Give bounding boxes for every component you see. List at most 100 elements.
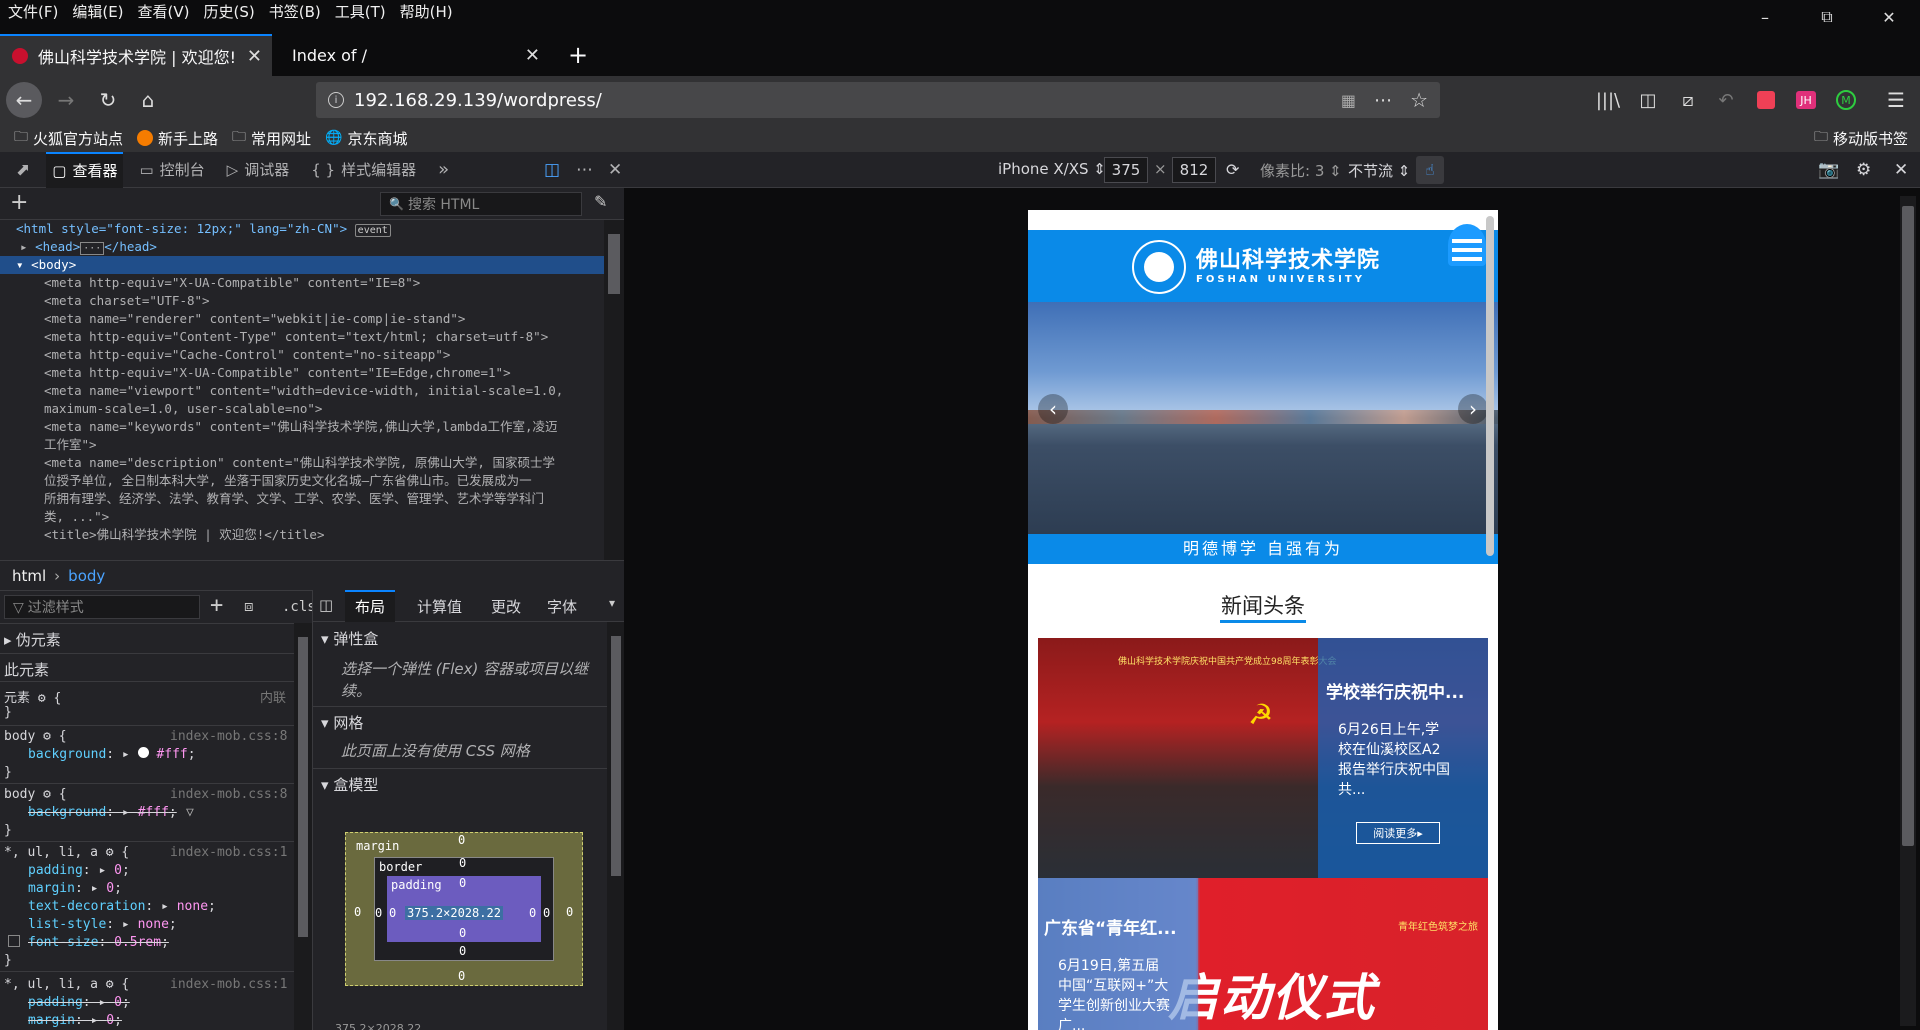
rule-property[interactable]: padding: ▸ 0; — [28, 863, 130, 878]
forward-icon[interactable]: → — [48, 82, 84, 118]
close-tab-icon[interactable]: ✕ — [247, 46, 262, 67]
carousel-prev-icon[interactable]: ‹ — [1038, 394, 1068, 424]
menu-bookmarks[interactable]: 书签(B) — [261, 0, 327, 24]
sidebar-icon[interactable]: ◫ — [1630, 82, 1666, 118]
responsive-mode-icon[interactable]: ◫ — [538, 152, 566, 188]
tree-line[interactable]: <meta name="description" content="佛山科学技术… — [0, 454, 604, 472]
sidebar-toggle-icon[interactable]: ◫ — [319, 596, 333, 614]
devtools-menu-icon[interactable]: ⋯ — [570, 152, 599, 188]
jh-extension-icon[interactable]: JH — [1788, 82, 1824, 118]
banner-carousel[interactable]: ‹ › — [1028, 302, 1498, 534]
rule-selector[interactable]: body ⚙ { — [4, 787, 67, 802]
box-padding-right[interactable]: 0 — [529, 906, 536, 920]
tree-line-selected[interactable]: ▾ <body> — [0, 256, 604, 274]
touch-simulation-icon[interactable]: ☝ — [1416, 156, 1444, 184]
box-margin-bottom[interactable]: 0 — [458, 969, 465, 983]
menu-help[interactable]: 帮助(H) — [392, 0, 459, 24]
tab-index[interactable]: Index of / ✕ — [278, 34, 550, 76]
rule-selector[interactable]: *, ul, li, a ⚙ { — [4, 977, 129, 992]
page-actions-icon[interactable]: ⋯ — [1374, 90, 1392, 111]
tab-changes[interactable]: 更改 — [491, 596, 521, 617]
tab-style-editor[interactable]: { } 样式编辑器 — [305, 152, 422, 188]
element-rule[interactable]: 元素 ⚙ { — [4, 687, 61, 706]
property-checkbox[interactable] — [8, 935, 20, 947]
menu-tools[interactable]: 工具(T) — [327, 0, 392, 24]
tab-fonts[interactable]: 字体 — [547, 596, 577, 617]
maximize-icon[interactable]: ⧉ — [1796, 0, 1858, 34]
tree-line[interactable]: 类, ..."> — [0, 508, 604, 526]
box-margin-left[interactable]: 0 — [354, 905, 361, 919]
rule-property-overridden[interactable]: background: ▸ #fff; — [28, 805, 177, 820]
rule-property-overridden[interactable]: margin: ▸ 0; — [28, 1013, 122, 1028]
bookmark-item[interactable]: 新手上路 — [137, 128, 218, 149]
rule-property-overridden[interactable]: padding: ▸ 0; — [28, 995, 130, 1010]
pick-element-icon[interactable]: ⬈ — [10, 152, 36, 188]
more-tabs-icon[interactable]: » — [432, 152, 455, 188]
read-more-button[interactable]: 阅读更多 ▸ — [1356, 822, 1440, 844]
tab-computed[interactable]: 计算值 — [417, 596, 462, 617]
reload-icon[interactable]: ↻ — [90, 82, 126, 118]
tree-line[interactable]: <meta charset="UTF-8"> — [0, 292, 604, 310]
filter-icon[interactable]: ▽ — [186, 805, 194, 820]
tree-line[interactable]: <html style="font-size: 12px;" lang="zh-… — [0, 220, 604, 238]
rule-property[interactable]: text-decoration: ▸ none; — [28, 899, 216, 914]
html-search-input[interactable]: 🔍 搜索 HTML — [380, 192, 582, 216]
menu-view[interactable]: 查看(V) — [130, 0, 196, 24]
tree-line[interactable]: maximum-scale=1.0, user-scalable=no"> — [0, 400, 604, 418]
box-border-top[interactable]: 0 — [459, 856, 466, 870]
rule-property[interactable]: background: ▸ #fff; — [28, 747, 196, 762]
box-model-header[interactable]: ▾ 盒模型 — [321, 774, 378, 795]
rule-source-link[interactable]: index-mob.css:8 — [170, 729, 287, 744]
minimize-icon[interactable]: – — [1734, 0, 1796, 34]
mobile-bookmarks[interactable]: 🗀 移动版书签 — [1814, 126, 1908, 150]
rule-selector[interactable]: body ⚙ { — [4, 729, 67, 744]
bookmark-item[interactable]: 🗀 火狐官方站点 — [14, 126, 123, 150]
carousel-next-icon[interactable]: › — [1458, 394, 1488, 424]
menu-file[interactable]: 文件(F) — [0, 0, 64, 24]
tree-line[interactable]: <meta name="viewport" content="width=dev… — [0, 382, 604, 400]
tree-line[interactable]: <meta http-equiv="X-UA-Compatible" conte… — [0, 364, 604, 382]
rules-filter-input[interactable]: ▽ 过滤样式 — [4, 595, 200, 619]
breadcrumb-html[interactable]: html — [12, 567, 46, 585]
box-margin-top[interactable]: 0 — [458, 833, 465, 847]
rule-property[interactable]: list-style: ▸ none; — [28, 917, 177, 932]
tab-layout[interactable]: 布局 — [345, 590, 396, 622]
markup-scrollbar[interactable] — [604, 220, 624, 560]
add-rule-icon[interactable]: + — [210, 593, 223, 618]
rule-selector[interactable]: *, ul, li, a ⚙ { — [4, 845, 129, 860]
hamburger-menu-icon[interactable] — [1448, 224, 1486, 266]
rule-property[interactable]: margin: ▸ 0; — [28, 881, 122, 896]
rule-source-link[interactable]: index-mob.css:8 — [170, 787, 287, 802]
box-padding-top[interactable]: 0 — [459, 876, 466, 890]
qr-code-icon[interactable]: ▦ — [1341, 91, 1356, 110]
settings-gear-icon[interactable]: ⚙ — [1856, 160, 1871, 180]
tree-line[interactable]: <meta http-equiv="Cache-Control" content… — [0, 346, 604, 364]
add-node-icon[interactable]: + — [10, 190, 28, 215]
screenshot-icon[interactable]: ⧄ — [1670, 82, 1706, 118]
pseudo-elements-toggle[interactable]: ▸ 伪元素 — [4, 629, 61, 650]
tab-foshan[interactable]: 佛山科学技术学院 | 欢迎您! ✕ — [0, 34, 272, 76]
breadcrumb-body[interactable]: body — [68, 567, 105, 585]
event-badge[interactable]: event — [354, 224, 391, 237]
tab-debugger[interactable]: ▷ 调试器 — [221, 152, 296, 188]
university-logo[interactable] — [1132, 240, 1186, 294]
tree-line[interactable]: 工作室"> — [0, 436, 604, 454]
menu-history[interactable]: 历史(S) — [196, 0, 261, 24]
tree-line[interactable]: ▸ <head> ··· </head> — [0, 238, 604, 256]
tab-console[interactable]: ▭ 控制台 — [133, 152, 210, 188]
rotate-icon[interactable]: ⟳ — [1226, 160, 1239, 179]
rule-property-overridden[interactable]: font-size: 0.5rem; — [28, 935, 169, 950]
url-bar[interactable]: i 192.168.29.139/wordpress/ ▦ ⋯ ☆ — [316, 82, 1440, 118]
box-border-left[interactable]: 0 — [375, 906, 382, 920]
flex-section-header[interactable]: ▾ 弹性盒 — [321, 628, 378, 649]
box-content-size[interactable]: 375.2×2028.22 — [405, 906, 503, 920]
tree-line[interactable]: <meta http-equiv="X-UA-Compatible" conte… — [0, 274, 604, 292]
device-select[interactable]: iPhone X/XS ⇕ — [998, 160, 1106, 178]
dpr-select[interactable]: 像素比: 3 ⇕ — [1260, 160, 1342, 181]
toggle-pseudo-icon[interactable]: ⧈ — [244, 597, 254, 615]
box-padding-left[interactable]: 0 — [389, 906, 396, 920]
close-rdm-icon[interactable]: ✕ — [1894, 160, 1908, 180]
bookmark-star-icon[interactable]: ☆ — [1410, 88, 1428, 112]
tree-line[interactable]: <meta name="renderer" content="webkit|ie… — [0, 310, 604, 328]
layout-scrollbar[interactable] — [607, 622, 624, 1030]
